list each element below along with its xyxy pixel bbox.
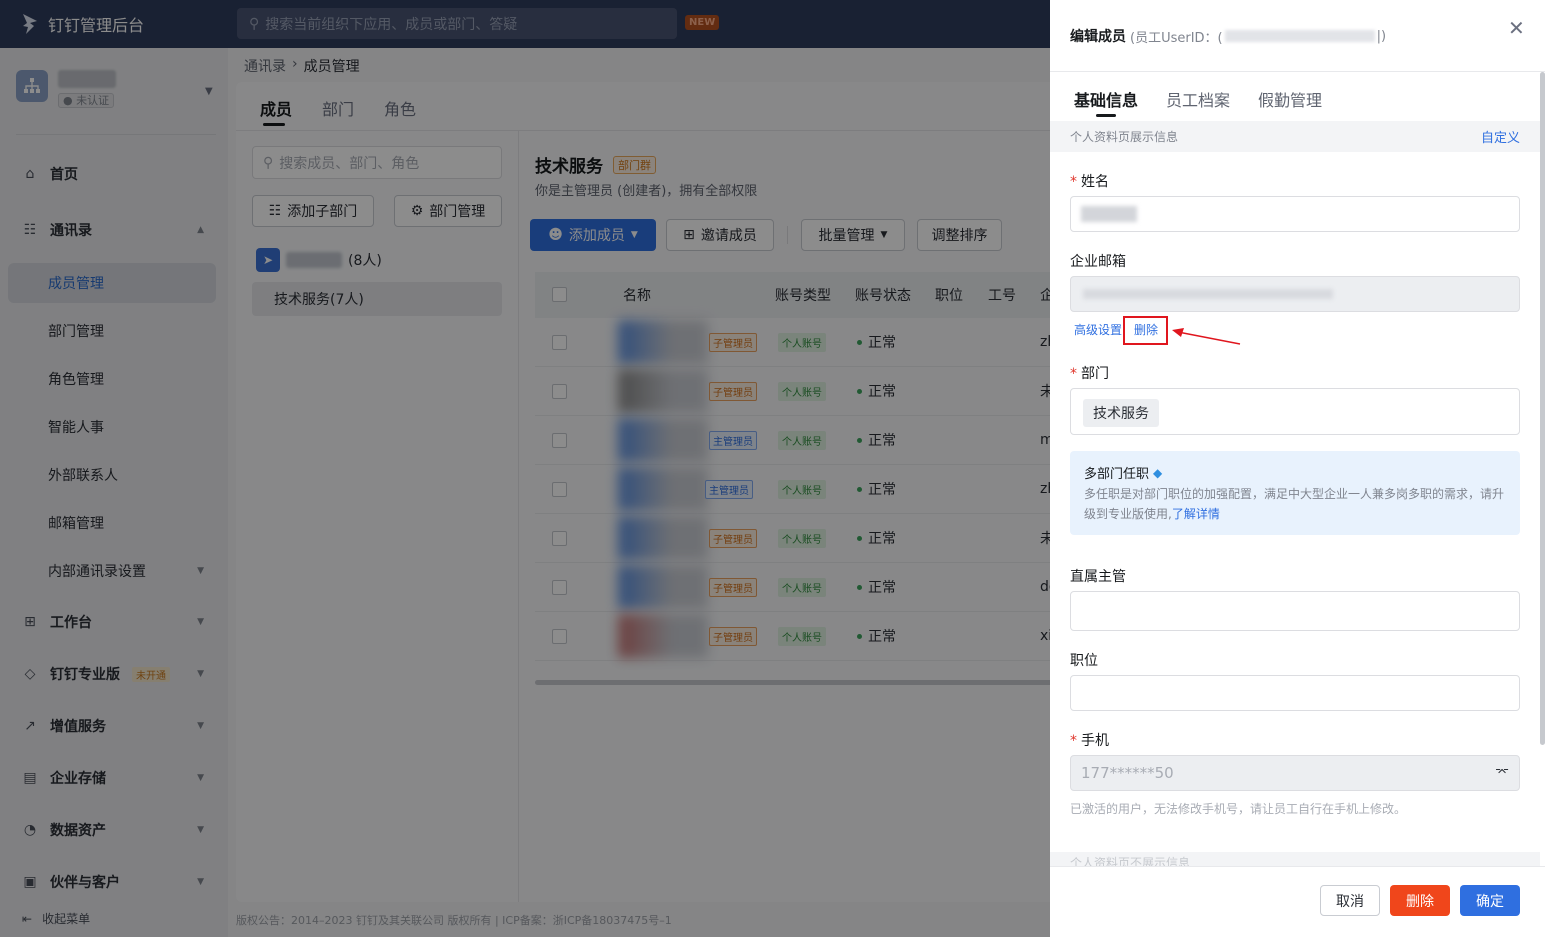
phone-hint: 已激活的用户，无法修改手机号，请让员工自行在手机上修改。 [1070, 802, 1407, 816]
phone-label-text: 手机 [1081, 733, 1109, 749]
required-mark: * [1070, 733, 1077, 749]
advanced-settings-link[interactable]: 高级设置 [1074, 321, 1122, 338]
drawer-userid: (员工UserID：( |) [1130, 27, 1386, 46]
tab-basic-info[interactable]: 基础信息 [1074, 87, 1138, 117]
phone-label: * 手机 [1070, 730, 1109, 750]
modal-mask[interactable] [0, 0, 1050, 937]
multi-dept-title: 多部门任职 [1084, 467, 1150, 482]
red-arrow-icon [1172, 328, 1241, 345]
learn-more-link[interactable]: 了解详情 [1172, 507, 1220, 521]
multi-dept-info: 多部门任职 ◆ 多任职是对部门职位的加强配置，满足中大型企业一人兼多岗多职的需求，… [1070, 451, 1520, 535]
email-label: 企业邮箱 [1070, 254, 1126, 270]
delete-member-button[interactable]: 删除 [1390, 885, 1450, 916]
name-field[interactable] [1070, 196, 1520, 232]
section-profile-shown-label: 个人资料页展示信息 [1070, 130, 1179, 144]
drawer-footer-divider [1050, 866, 1545, 867]
manager-label: 直属主管 [1070, 569, 1126, 585]
edit-member-drawer: 编辑成员 (员工UserID：( |) ✕ 基础信息 员工档案 假勤管理 个人资料… [1050, 0, 1545, 937]
userid-blurred [1224, 30, 1375, 42]
multi-dept-header: 多部门任职 ◆ [1084, 463, 1506, 483]
multi-dept-desc-text: 多任职是对部门职位的加强配置，满足中大型企业一人兼多岗多职的需求，请升级到专业版… [1084, 487, 1505, 521]
tab-employee-profile[interactable]: 员工档案 [1166, 87, 1230, 111]
name-label-text: 姓名 [1081, 174, 1109, 190]
manager-field[interactable] [1070, 591, 1520, 631]
multi-dept-desc: 多任职是对部门职位的加强配置，满足中大型企业一人兼多岗多职的需求，请升级到专业版… [1084, 484, 1506, 524]
highlight-box [1123, 316, 1168, 345]
diamond-icon: ◆ [1153, 465, 1163, 480]
eye-closed-icon[interactable]: ⌤ [1495, 765, 1509, 779]
required-mark: * [1070, 174, 1077, 190]
name-label: * 姓名 [1070, 171, 1109, 191]
confirm-button[interactable]: 确定 [1460, 885, 1520, 916]
dept-chip[interactable]: 技术服务 [1083, 399, 1159, 427]
drawer-title-text: 编辑成员 [1070, 29, 1126, 45]
phone-field[interactable]: 177******50 ⌤ [1070, 755, 1520, 791]
drawer-tabs: 基础信息 员工档案 假勤管理 [1074, 87, 1322, 117]
position-label: 职位 [1070, 653, 1098, 669]
userid-suffix: |) [1376, 28, 1387, 44]
dept-label-text: 部门 [1081, 366, 1109, 382]
section-profile-hidden: 个人资料页不展示信息 [1050, 852, 1540, 866]
cancel-button[interactable]: 取消 [1320, 885, 1380, 916]
drawer-scrollbar[interactable] [1540, 72, 1545, 745]
email-field[interactable] [1070, 276, 1520, 312]
phone-value: 177******50 [1081, 764, 1174, 782]
customize-link[interactable]: 自定义 [1481, 127, 1520, 146]
userid-prefix: (员工UserID：( [1130, 30, 1223, 46]
tab-leave-attendance[interactable]: 假勤管理 [1258, 87, 1322, 111]
position-field[interactable] [1070, 675, 1520, 711]
email-value-blurred [1083, 289, 1333, 299]
required-mark: * [1070, 366, 1077, 382]
drawer-header-divider [1050, 71, 1545, 72]
name-value-blurred [1081, 206, 1137, 222]
section-profile-shown: 个人资料页展示信息 自定义 [1050, 121, 1540, 152]
close-icon[interactable]: ✕ [1508, 16, 1525, 40]
drawer-title: 编辑成员 (员工UserID：( |) [1070, 26, 1386, 46]
dept-field[interactable]: 技术服务 [1070, 388, 1520, 435]
dept-label: * 部门 [1070, 363, 1109, 383]
